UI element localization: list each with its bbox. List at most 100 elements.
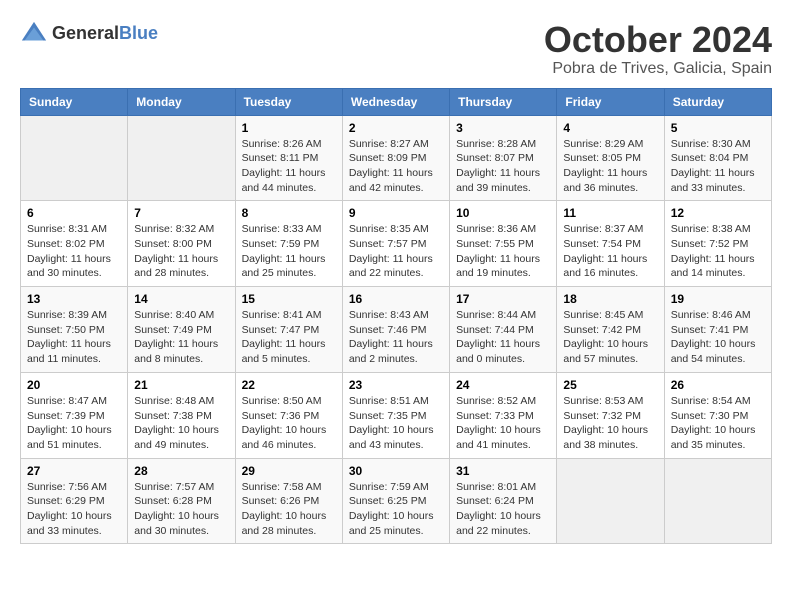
sunset-text: Sunset: 7:59 PM bbox=[242, 237, 336, 252]
title-block: October 2024 Pobra de Trives, Galicia, S… bbox=[544, 20, 772, 78]
day-number: 30 bbox=[349, 464, 443, 478]
calendar-cell bbox=[664, 458, 771, 544]
calendar-cell bbox=[557, 458, 664, 544]
logo-icon bbox=[20, 20, 48, 48]
daylight-text: Daylight: 11 hours and 2 minutes. bbox=[349, 337, 443, 366]
day-number: 21 bbox=[134, 378, 228, 392]
logo-general: General bbox=[52, 24, 119, 44]
sunset-text: Sunset: 7:50 PM bbox=[27, 323, 121, 338]
day-number: 3 bbox=[456, 121, 550, 135]
week-row-1: 6Sunrise: 8:31 AMSunset: 8:02 PMDaylight… bbox=[21, 201, 772, 287]
day-info: Sunrise: 8:53 AMSunset: 7:32 PMDaylight:… bbox=[563, 394, 657, 453]
sunrise-text: Sunrise: 8:27 AM bbox=[349, 137, 443, 152]
sunset-text: Sunset: 7:46 PM bbox=[349, 323, 443, 338]
sunset-text: Sunset: 6:25 PM bbox=[349, 494, 443, 509]
daylight-text: Daylight: 11 hours and 16 minutes. bbox=[563, 252, 657, 281]
day-info: Sunrise: 8:31 AMSunset: 8:02 PMDaylight:… bbox=[27, 222, 121, 281]
daylight-text: Daylight: 10 hours and 28 minutes. bbox=[242, 509, 336, 538]
sunset-text: Sunset: 7:36 PM bbox=[242, 409, 336, 424]
day-info: Sunrise: 7:57 AMSunset: 6:28 PMDaylight:… bbox=[134, 480, 228, 539]
day-info: Sunrise: 8:45 AMSunset: 7:42 PMDaylight:… bbox=[563, 308, 657, 367]
sunset-text: Sunset: 8:07 PM bbox=[456, 151, 550, 166]
sunrise-text: Sunrise: 8:37 AM bbox=[563, 222, 657, 237]
day-info: Sunrise: 8:29 AMSunset: 8:05 PMDaylight:… bbox=[563, 137, 657, 196]
day-number: 9 bbox=[349, 206, 443, 220]
daylight-text: Daylight: 11 hours and 30 minutes. bbox=[27, 252, 121, 281]
calendar-cell: 16Sunrise: 8:43 AMSunset: 7:46 PMDayligh… bbox=[342, 287, 449, 373]
sunrise-text: Sunrise: 8:44 AM bbox=[456, 308, 550, 323]
calendar-cell: 21 Sunrise: 8:48 AMSunset: 7:38 PMDayligh… bbox=[128, 372, 235, 458]
calendar-cell: 27 Sunrise: 7:56 AMSunset: 6:29 PMDayligh… bbox=[21, 458, 128, 544]
daylight-text: Daylight: 10 hours and 38 minutes. bbox=[563, 423, 657, 452]
day-info: Sunrise: 7:59 AMSunset: 6:25 PMDaylight:… bbox=[349, 480, 443, 539]
day-info: Sunrise: 8:27 AMSunset: 8:09 PMDaylight:… bbox=[349, 137, 443, 196]
calendar-cell bbox=[21, 115, 128, 201]
sunrise-text: Sunrise: 8:30 AM bbox=[671, 137, 765, 152]
day-info: Sunrise: 8:51 AMSunset: 7:35 PMDaylight:… bbox=[349, 394, 443, 453]
day-number: 27 bbox=[27, 464, 121, 478]
calendar-cell: 5Sunrise: 8:30 AMSunset: 8:04 PMDaylight… bbox=[664, 115, 771, 201]
daylight-text: Daylight: 11 hours and 0 minutes. bbox=[456, 337, 550, 366]
sunrise-text: Sunrise: 8:40 AM bbox=[134, 308, 228, 323]
sunrise-text: Sunrise: 8:41 AM bbox=[242, 308, 336, 323]
day-number: 5 bbox=[671, 121, 765, 135]
daylight-text: Daylight: 10 hours and 54 minutes. bbox=[671, 337, 765, 366]
calendar-cell: 29 Sunrise: 7:58 AMSunset: 6:26 PMDayligh… bbox=[235, 458, 342, 544]
day-info: Sunrise: 7:56 AMSunset: 6:29 PMDaylight:… bbox=[27, 480, 121, 539]
day-number: 8 bbox=[242, 206, 336, 220]
page-subtitle: Pobra de Trives, Galicia, Spain bbox=[544, 60, 772, 78]
day-info: Sunrise: 8:44 AMSunset: 7:44 PMDaylight:… bbox=[456, 308, 550, 367]
sunrise-text: Sunrise: 8:28 AM bbox=[456, 137, 550, 152]
header-day-thursday: Thursday bbox=[450, 88, 557, 115]
sunrise-text: Sunrise: 7:59 AM bbox=[349, 480, 443, 495]
day-number: 26 bbox=[671, 378, 765, 392]
calendar-cell: 23Sunrise: 8:51 AMSunset: 7:35 PMDayligh… bbox=[342, 372, 449, 458]
daylight-text: Daylight: 11 hours and 36 minutes. bbox=[563, 166, 657, 195]
header-day-tuesday: Tuesday bbox=[235, 88, 342, 115]
sunset-text: Sunset: 7:55 PM bbox=[456, 237, 550, 252]
day-number: 2 bbox=[349, 121, 443, 135]
daylight-text: Daylight: 10 hours and 41 minutes. bbox=[456, 423, 550, 452]
calendar-cell: 14Sunrise: 8:40 AMSunset: 7:49 PMDayligh… bbox=[128, 287, 235, 373]
sunset-text: Sunset: 6:26 PM bbox=[242, 494, 336, 509]
sunset-text: Sunset: 7:47 PM bbox=[242, 323, 336, 338]
sunset-text: Sunset: 6:24 PM bbox=[456, 494, 550, 509]
week-row-2: 13Sunrise: 8:39 AMSunset: 7:50 PMDayligh… bbox=[21, 287, 772, 373]
day-info: Sunrise: 8:47 AMSunset: 7:39 PMDaylight:… bbox=[27, 394, 121, 453]
day-number: 12 bbox=[671, 206, 765, 220]
calendar-cell: 25Sunrise: 8:53 AMSunset: 7:32 PMDayligh… bbox=[557, 372, 664, 458]
calendar-cell: 28Sunrise: 7:57 AMSunset: 6:28 PMDayligh… bbox=[128, 458, 235, 544]
sunrise-text: Sunrise: 8:32 AM bbox=[134, 222, 228, 237]
day-info: Sunrise: 8:52 AMSunset: 7:33 PMDaylight:… bbox=[456, 394, 550, 453]
daylight-text: Daylight: 11 hours and 14 minutes. bbox=[671, 252, 765, 281]
day-info: Sunrise: 8:37 AMSunset: 7:54 PMDaylight:… bbox=[563, 222, 657, 281]
sunrise-text: Sunrise: 8:51 AM bbox=[349, 394, 443, 409]
day-info: Sunrise: 8:50 AMSunset: 7:36 PMDaylight:… bbox=[242, 394, 336, 453]
day-number: 29 bbox=[242, 464, 336, 478]
day-info: Sunrise: 8:48 AMSunset: 7:38 PMDaylight:… bbox=[134, 394, 228, 453]
sunset-text: Sunset: 6:28 PM bbox=[134, 494, 228, 509]
day-number: 17 bbox=[456, 292, 550, 306]
calendar-cell: 26 Sunrise: 8:54 AMSunset: 7:30 PMDayligh… bbox=[664, 372, 771, 458]
sunrise-text: Sunrise: 8:46 AM bbox=[671, 308, 765, 323]
sunset-text: Sunset: 7:57 PM bbox=[349, 237, 443, 252]
sunrise-text: Sunrise: 8:26 AM bbox=[242, 137, 336, 152]
day-info: Sunrise: 8:01 AMSunset: 6:24 PMDaylight:… bbox=[456, 480, 550, 539]
calendar-cell: 11Sunrise: 8:37 AMSunset: 7:54 PMDayligh… bbox=[557, 201, 664, 287]
daylight-text: Daylight: 11 hours and 19 minutes. bbox=[456, 252, 550, 281]
daylight-text: Daylight: 10 hours and 30 minutes. bbox=[134, 509, 228, 538]
day-info: Sunrise: 8:46 AMSunset: 7:41 PMDaylight:… bbox=[671, 308, 765, 367]
sunset-text: Sunset: 8:11 PM bbox=[242, 151, 336, 166]
sunrise-text: Sunrise: 7:56 AM bbox=[27, 480, 121, 495]
day-number: 22 bbox=[242, 378, 336, 392]
calendar-cell: 18Sunrise: 8:45 AMSunset: 7:42 PMDayligh… bbox=[557, 287, 664, 373]
sunrise-text: Sunrise: 7:58 AM bbox=[242, 480, 336, 495]
header-day-friday: Friday bbox=[557, 88, 664, 115]
day-number: 15 bbox=[242, 292, 336, 306]
daylight-text: Daylight: 10 hours and 51 minutes. bbox=[27, 423, 121, 452]
sunset-text: Sunset: 7:30 PM bbox=[671, 409, 765, 424]
day-number: 1 bbox=[242, 121, 336, 135]
day-number: 20 bbox=[27, 378, 121, 392]
day-info: Sunrise: 8:54 AMSunset: 7:30 PMDaylight:… bbox=[671, 394, 765, 453]
week-row-0: 1 Sunrise: 8:26 AMSunset: 8:11 PM Daylight… bbox=[21, 115, 772, 201]
